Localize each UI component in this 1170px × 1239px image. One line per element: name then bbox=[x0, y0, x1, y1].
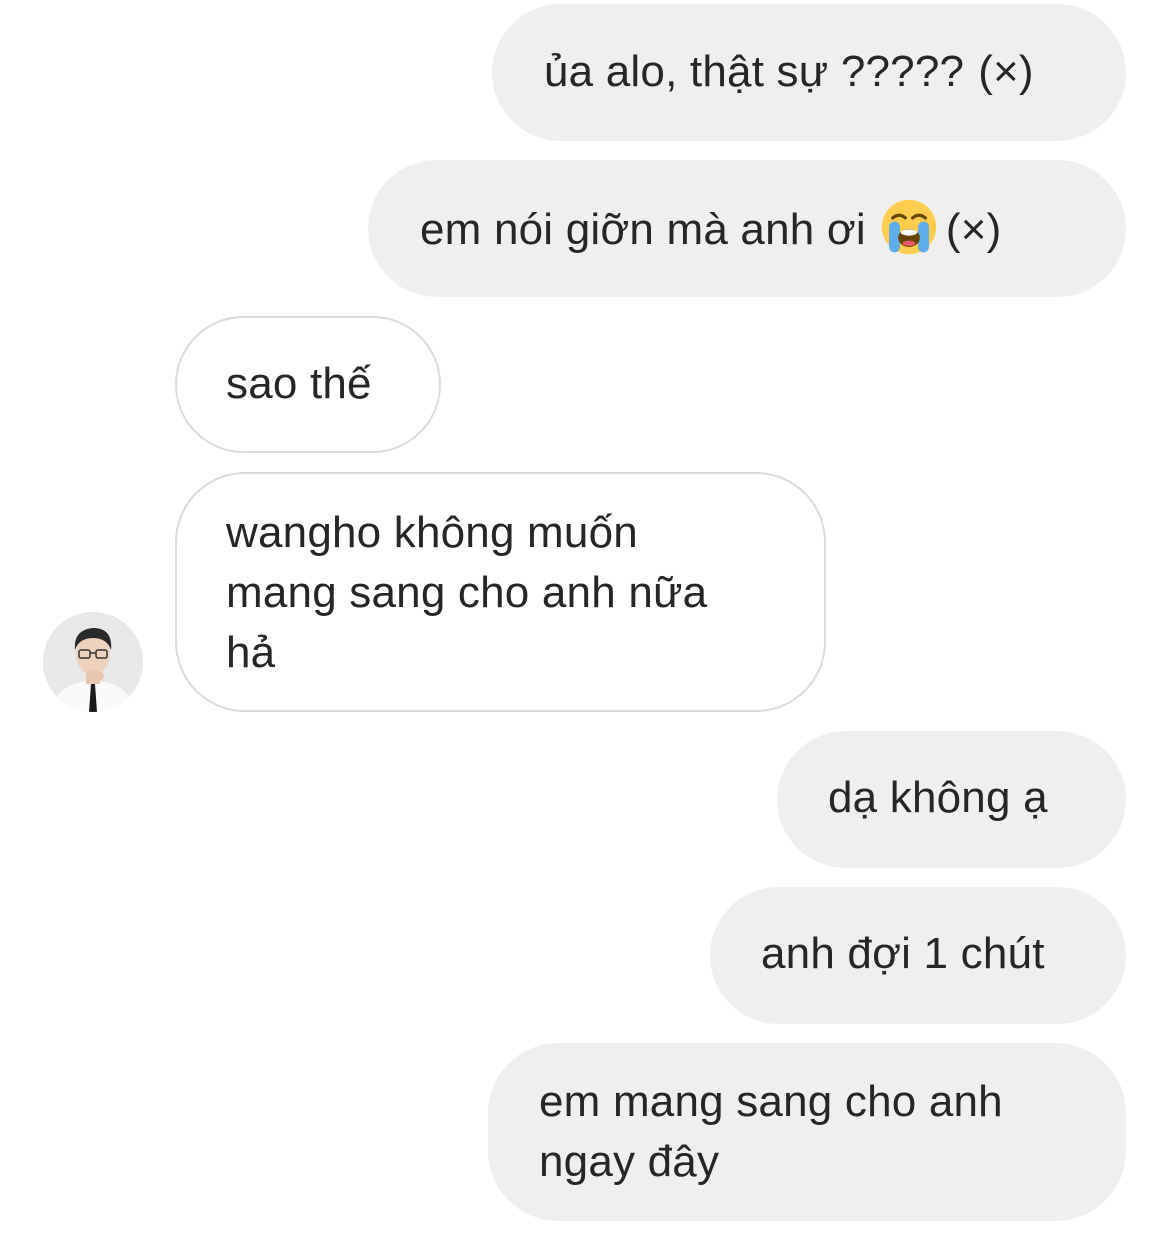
message-bubble-sent[interactable]: anh đợi 1 chút bbox=[710, 887, 1126, 1024]
message-bubble-sent[interactable]: ủa alo, thật sự ????? (×) bbox=[492, 4, 1126, 141]
message-text: em nói giỡn mà anh ơi bbox=[420, 205, 866, 254]
message-text-line: ngay đây bbox=[539, 1137, 720, 1186]
sender-avatar[interactable] bbox=[43, 612, 143, 712]
message-text-line: hả bbox=[226, 628, 276, 677]
message-bubble-received[interactable]: wangho không muốn mang sang cho anh nữa … bbox=[175, 472, 826, 712]
loudly-crying-face-icon bbox=[881, 199, 937, 255]
user-avatar-photo-icon bbox=[43, 612, 143, 712]
message-bubble-received[interactable]: sao thế bbox=[175, 316, 441, 453]
message-bubble-sent[interactable]: em mang sang cho anh ngay đây bbox=[488, 1043, 1126, 1221]
message-text: dạ không ạ bbox=[828, 773, 1048, 822]
message-text: anh đợi 1 chút bbox=[761, 929, 1045, 978]
unsent-marker: (×) bbox=[945, 205, 1002, 254]
message-text: sao thế bbox=[226, 359, 372, 408]
message-bubble-sent[interactable]: dạ không ạ bbox=[777, 731, 1126, 868]
message-text-line: wangho không muốn bbox=[226, 508, 638, 557]
message-text: ủa alo, thật sự ????? bbox=[544, 47, 965, 96]
message-text-line: em mang sang cho anh bbox=[539, 1077, 1003, 1126]
unsent-marker: (×) bbox=[978, 47, 1034, 96]
message-bubble-sent[interactable]: em nói giỡn mà anh ơi (×) bbox=[368, 160, 1126, 297]
message-text-line: mang sang cho anh nữa bbox=[226, 568, 708, 617]
